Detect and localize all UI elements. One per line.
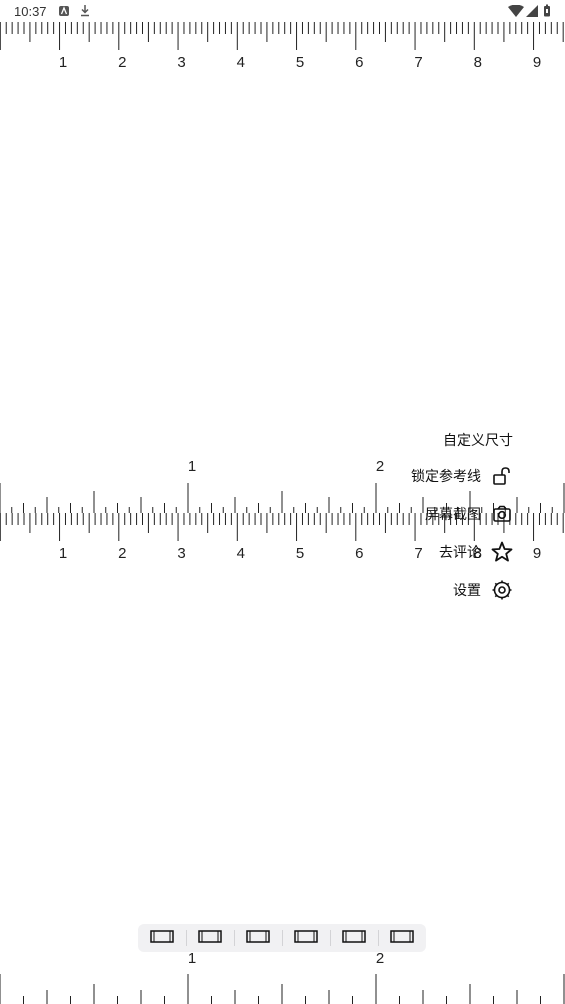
- ruler-mode-button-3[interactable]: [234, 926, 278, 950]
- ruler-label: 3: [177, 54, 186, 71]
- ruler-label: 8: [473, 54, 482, 71]
- ruler-label: 2: [118, 54, 127, 71]
- ruler-mode-icon: [293, 928, 319, 949]
- ruler-label: 1: [187, 950, 197, 967]
- ruler-label: 2: [375, 458, 385, 475]
- wifi-icon: [508, 4, 524, 22]
- ruler-mode-icon: [389, 928, 415, 949]
- menu-item-rate[interactable]: 去评论: [439, 538, 513, 566]
- ruler-label: 5: [295, 545, 305, 562]
- signal-icon: [526, 4, 538, 22]
- ruler-mode-button-2[interactable]: [186, 926, 230, 950]
- menu-item-label: 自定义尺寸: [443, 432, 513, 448]
- ruler-label: 1: [58, 545, 68, 562]
- bottom-ruler[interactable]: 12: [0, 948, 565, 1004]
- menu-item-label: 去评论: [439, 544, 481, 560]
- ruler-label: 4: [236, 54, 245, 71]
- ruler-label: 7: [414, 545, 423, 562]
- ruler-label: 1: [58, 54, 68, 71]
- unlock-icon: [491, 465, 513, 487]
- gear-icon: [491, 579, 513, 601]
- menu-item-custom-size[interactable]: 自定义尺寸: [443, 426, 513, 454]
- download-icon: [79, 4, 91, 22]
- ruler-label: 5: [295, 54, 305, 71]
- ruler-mode-icon: [245, 928, 271, 949]
- menu-item-label: 屏幕截图: [425, 506, 481, 522]
- menu-item-lock-guides[interactable]: 锁定参考线: [411, 462, 513, 490]
- ruler-label: 1: [187, 458, 197, 475]
- star-icon: [491, 541, 513, 563]
- ruler-mode-icon: [341, 928, 367, 949]
- ruler-label: 2: [375, 950, 385, 967]
- menu-item-settings[interactable]: 设置: [453, 576, 513, 604]
- camera-icon: [491, 503, 513, 525]
- ruler-label: 4: [236, 545, 245, 562]
- app-notification-icon: [58, 4, 70, 22]
- ruler-label: 9: [532, 54, 542, 71]
- menu-item-label: 锁定参考线: [411, 468, 481, 484]
- battery-icon: [543, 4, 551, 22]
- status-time: 10:37: [14, 4, 47, 19]
- ruler-mode-button-6[interactable]: [378, 926, 422, 950]
- status-bar: 10:37: [0, 0, 565, 22]
- ruler-mode-button-1[interactable]: [142, 926, 182, 950]
- ruler-label: 3: [177, 545, 186, 562]
- ruler-mode-button-5[interactable]: [330, 926, 374, 950]
- ruler-mode-icon: [149, 928, 175, 949]
- ruler-mode-icon: [197, 928, 223, 949]
- ruler-label: 6: [355, 545, 364, 562]
- ruler-mode-button-4[interactable]: [282, 926, 326, 950]
- menu-item-label: 设置: [453, 582, 481, 598]
- ruler-label: 7: [414, 54, 423, 71]
- ruler-label: 6: [355, 54, 364, 71]
- menu-item-screenshot[interactable]: 屏幕截图: [425, 500, 513, 528]
- ruler-label: 2: [118, 545, 127, 562]
- ruler-label: 9: [532, 545, 542, 562]
- top-ruler[interactable]: 1 2 3 4 5 6 7 8 9: [0, 22, 565, 82]
